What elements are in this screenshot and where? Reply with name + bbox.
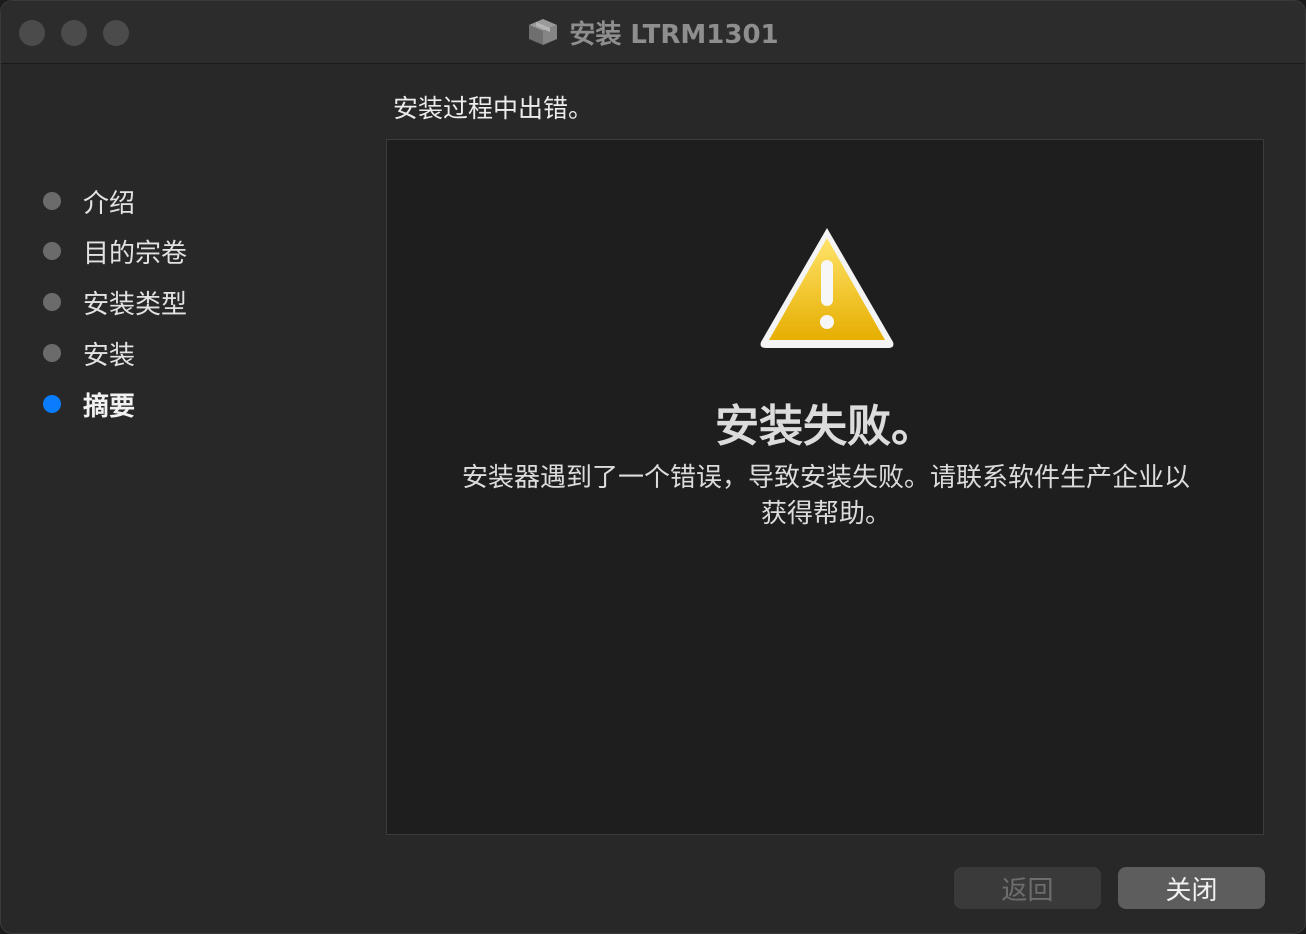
failure-message: 安装器遇到了一个错误，导致安装失败。请联系软件生产企业以获得帮助。: [461, 463, 1190, 529]
step-indicator: [43, 293, 61, 311]
close-button[interactable]: 关闭: [1118, 867, 1265, 909]
step-destination: 目的宗卷: [43, 231, 187, 271]
step-indicator: [43, 242, 61, 260]
step-label: 目的宗卷: [83, 238, 188, 269]
step-indicator: [43, 192, 61, 210]
content-panel: 安装失败。 安装器遇到了一个错误，导致安装失败。请联系软件生产企业以获得帮助。: [386, 139, 1264, 835]
step-indicator-active: [43, 395, 61, 413]
window-title-group: 安装 LTRM1301: [1, 1, 1305, 63]
back-button[interactable]: 返回: [954, 867, 1101, 909]
step-summary: 摘要: [43, 384, 135, 424]
package-icon: [529, 19, 558, 45]
page-heading: 安装过程中出错。: [393, 94, 594, 123]
step-label: 安装: [83, 340, 136, 371]
step-install: 安装: [43, 333, 135, 373]
title-bar: 安装 LTRM1301: [1, 1, 1305, 64]
warning-icon: [760, 228, 894, 348]
step-install-type: 安装类型: [43, 282, 187, 322]
step-label: 摘要: [83, 391, 136, 422]
step-introduction: 介绍: [43, 181, 135, 221]
installer-window: 安装 LTRM1301 介绍 目的宗卷 安装类型 安装 摘要 安装过程中出错。: [0, 0, 1306, 934]
step-label: 安装类型: [83, 289, 188, 320]
step-indicator: [43, 344, 61, 362]
step-label: 介绍: [83, 188, 136, 219]
window-title: 安装 LTRM1301: [569, 19, 779, 50]
steps-sidebar: 介绍 目的宗卷 安装类型 安装 摘要: [1, 63, 371, 933]
failure-title: 安装失败。: [715, 401, 935, 452]
